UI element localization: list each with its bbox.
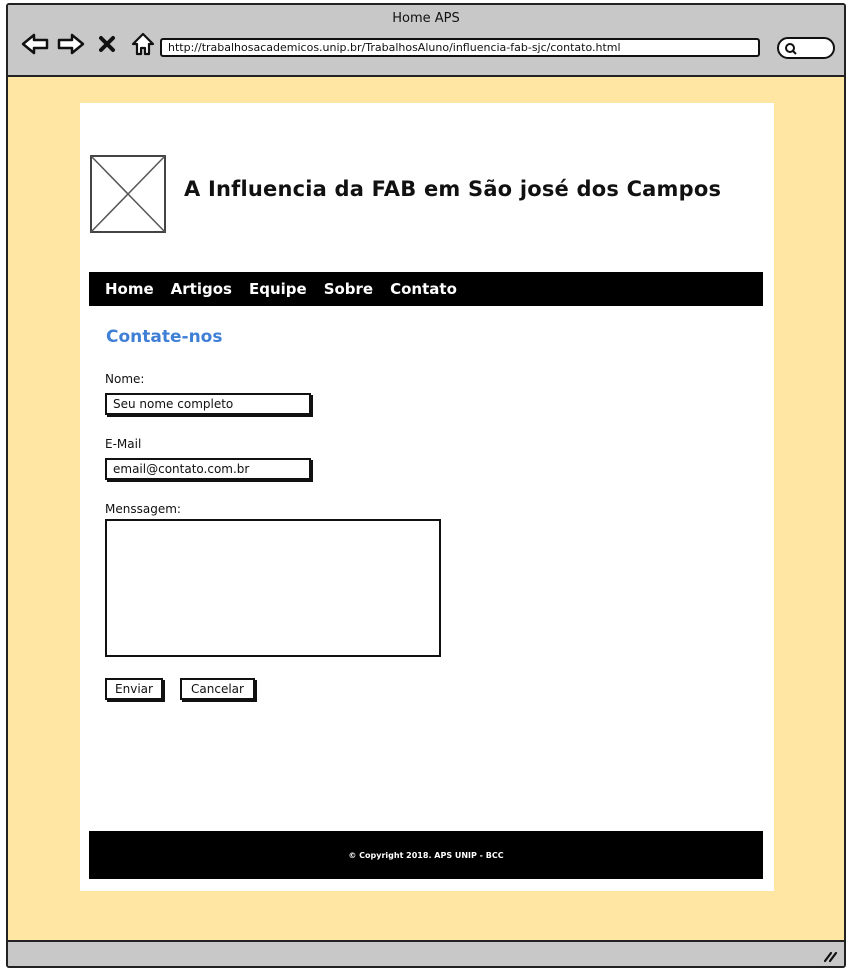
arrow-right-icon xyxy=(57,33,85,55)
home-button[interactable] xyxy=(128,29,158,59)
search-icon xyxy=(785,43,797,55)
window-title: Home APS xyxy=(392,11,460,26)
browser-nav-buttons xyxy=(20,29,158,59)
site-title: A Influencia da FAB em São josé dos Camp… xyxy=(184,177,722,201)
browser-window: Home APS http://trabalhosacademicos.unip… xyxy=(6,3,846,968)
nav-item-sobre[interactable]: Sobre xyxy=(324,280,373,298)
nav-item-equipe[interactable]: Equipe xyxy=(249,280,307,298)
nav-item-home[interactable]: Home xyxy=(105,280,154,298)
cancel-button[interactable]: Cancelar xyxy=(180,678,255,700)
logo-image-placeholder xyxy=(90,155,166,233)
message-label: Menssagem: xyxy=(105,502,181,516)
send-button[interactable]: Enviar xyxy=(105,678,163,700)
name-field[interactable]: Seu nome completo xyxy=(105,393,311,415)
nav-item-artigos[interactable]: Artigos xyxy=(171,280,232,298)
main-nav: Home Artigos Equipe Sobre Contato xyxy=(89,272,763,306)
footer: © Copyright 2018. APS UNIP - BCC xyxy=(89,831,763,879)
forward-button[interactable] xyxy=(56,29,86,59)
web-page: A Influencia da FAB em São josé dos Camp… xyxy=(80,103,774,891)
contact-title: Contate-nos xyxy=(106,327,223,347)
resize-grip-icon[interactable] xyxy=(822,947,838,963)
name-label: Nome: xyxy=(105,372,145,386)
arrow-left-icon xyxy=(21,33,49,55)
email-field[interactable]: email@contato.com.br xyxy=(105,458,311,480)
status-bar xyxy=(8,940,844,966)
search-field[interactable] xyxy=(777,37,835,59)
home-icon xyxy=(131,32,155,56)
stop-button[interactable] xyxy=(92,29,122,59)
copyright-text: © Copyright 2018. APS UNIP - BCC xyxy=(348,850,504,860)
message-textarea[interactable] xyxy=(105,519,441,657)
close-icon xyxy=(99,36,115,52)
browser-titlebar: Home APS http://trabalhosacademicos.unip… xyxy=(8,5,844,77)
back-button[interactable] xyxy=(20,29,50,59)
email-label: E-Mail xyxy=(105,437,142,451)
nav-item-contato[interactable]: Contato xyxy=(390,280,457,298)
address-bar[interactable]: http://trabalhosacademicos.unip.br/Traba… xyxy=(160,38,760,57)
